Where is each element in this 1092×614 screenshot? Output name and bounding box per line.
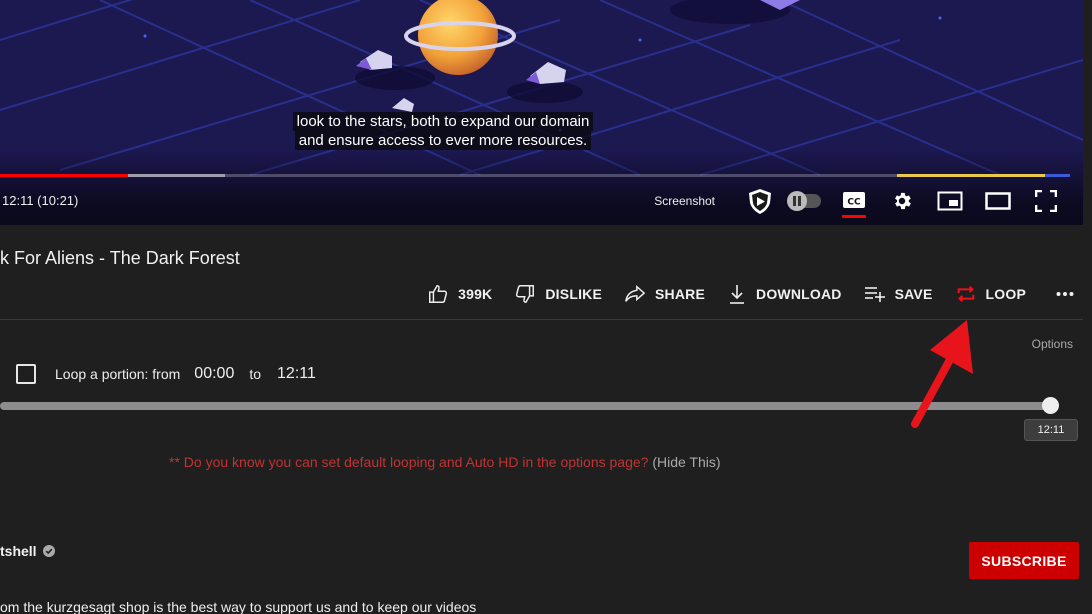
- subtitle-line: and ensure access to ever more resources…: [294, 131, 592, 150]
- more-horiz-icon: [1056, 292, 1074, 296]
- loop-from-time[interactable]: 00:00: [194, 365, 234, 383]
- subtitles: look to the stars, both to expand our do…: [0, 112, 886, 150]
- loop-label: LOOP: [985, 286, 1026, 302]
- progress-bar[interactable]: [0, 174, 1070, 177]
- subtitle-line: look to the stars, both to expand our do…: [292, 112, 594, 131]
- time-display: 12:11 (10:21): [2, 193, 79, 208]
- like-button[interactable]: 399K: [427, 283, 492, 305]
- loop-portion-label: Loop a portion: from: [55, 366, 181, 382]
- progress-played: [0, 174, 129, 177]
- playlist-add-icon: [864, 287, 885, 302]
- video-actions: 399K DISLIKE SHARE DOWNLOAD SAVE LOOP: [405, 280, 1074, 308]
- loop-range-marker: [896, 174, 1046, 177]
- miniplayer-icon[interactable]: [935, 186, 965, 216]
- thumbs-down-icon: [516, 285, 535, 303]
- shield-play-icon[interactable]: [745, 186, 775, 216]
- channel-name[interactable]: tshell: [0, 543, 37, 559]
- captions-icon[interactable]: CC: [839, 186, 869, 218]
- screenshot-button[interactable]: Screenshot: [654, 194, 715, 208]
- dislike-label: DISLIKE: [545, 286, 603, 302]
- loop-icon: [957, 285, 974, 303]
- thumbs-up-icon: [429, 285, 448, 303]
- share-button[interactable]: SHARE: [624, 283, 705, 305]
- autoplay-toggle[interactable]: [787, 191, 821, 211]
- options-link[interactable]: Options: [1032, 337, 1073, 351]
- loop-to-time[interactable]: 12:11: [277, 365, 316, 383]
- loop-end-handle[interactable]: [1042, 397, 1059, 414]
- player-controls: Screenshot CC: [654, 186, 1061, 218]
- fullscreen-icon[interactable]: [1031, 186, 1061, 216]
- loop-end-tooltip: 12:11: [1024, 419, 1078, 441]
- loop-portion-checkbox[interactable]: [16, 364, 36, 384]
- svg-text:CC: CC: [847, 198, 861, 208]
- share-icon: [625, 285, 646, 302]
- loop-to-label: to: [249, 366, 262, 382]
- loop-range-slider[interactable]: [0, 402, 1052, 410]
- download-button[interactable]: DOWNLOAD: [727, 283, 842, 305]
- download-icon: [730, 285, 745, 304]
- video-player[interactable]: look to the stars, both to expand our do…: [0, 0, 1083, 225]
- save-button[interactable]: SAVE: [864, 284, 933, 304]
- progress-end-marker: [1045, 174, 1070, 177]
- subscribe-button[interactable]: SUBSCRIBE: [969, 542, 1079, 579]
- share-label: SHARE: [655, 286, 706, 302]
- annotation-arrow-icon: [911, 320, 973, 428]
- settings-gear-icon[interactable]: [887, 186, 917, 216]
- download-label: DOWNLOAD: [756, 286, 842, 302]
- options-tip: ** Do you know you can set default loopi…: [169, 454, 721, 470]
- captions-active-indicator: [842, 215, 866, 218]
- pause-icon: [787, 191, 807, 211]
- save-label: SAVE: [894, 286, 933, 302]
- hide-tip-link[interactable]: (Hide This): [652, 454, 720, 470]
- verified-badge-icon: [42, 545, 55, 557]
- video-description: om the kurzgesagt shop is the best way t…: [0, 599, 477, 614]
- options-tip-text: ** Do you know you can set default loopi…: [169, 454, 649, 470]
- loop-button[interactable]: LOOP: [955, 283, 1026, 305]
- dislike-button[interactable]: DISLIKE: [514, 283, 602, 305]
- theater-mode-icon[interactable]: [983, 186, 1013, 216]
- more-actions-button[interactable]: [1056, 291, 1074, 297]
- video-title: k For Aliens - The Dark Forest: [0, 248, 240, 268]
- channel-info: tshell: [0, 543, 55, 559]
- like-count: 399K: [458, 286, 493, 302]
- loop-portion-row: Loop a portion: from 00:00 to 12:11: [16, 364, 316, 384]
